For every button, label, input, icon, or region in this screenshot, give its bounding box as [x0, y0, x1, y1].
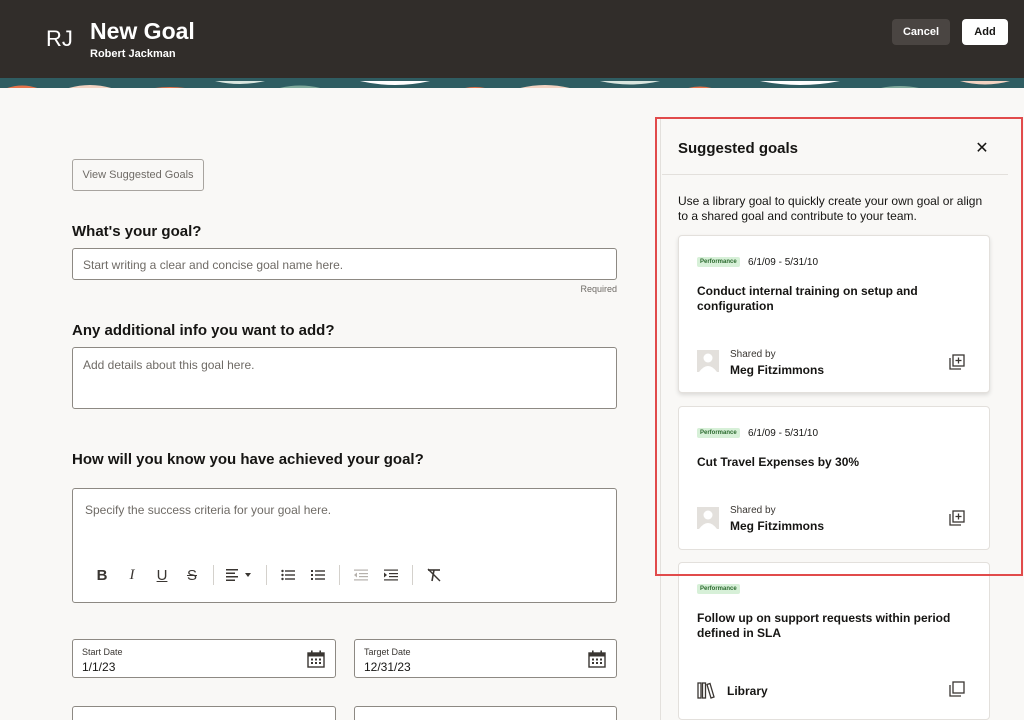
calendar-icon[interactable]	[588, 650, 606, 668]
additional-field[interactable]	[354, 706, 617, 720]
goal-title: Follow up on support requests within per…	[697, 611, 951, 640]
person-avatar	[697, 507, 719, 529]
shared-by-label: Shared by	[730, 505, 776, 516]
goal-title: Cut Travel Expenses by 30%	[697, 455, 860, 469]
outdent-icon[interactable]	[346, 564, 376, 586]
goal-title: Conduct internal training on setup and c…	[697, 284, 918, 313]
rich-text-toolbar: B I U S	[87, 564, 449, 586]
library-icon	[697, 682, 715, 699]
user-initials-avatar: RJ	[46, 26, 73, 51]
clear-format-icon[interactable]	[419, 564, 449, 586]
add-copy-icon[interactable]	[949, 354, 965, 370]
suggested-goal-card[interactable]: Performance Follow up on support request…	[678, 562, 990, 720]
library-label: Library	[727, 684, 768, 698]
start-date-field[interactable]: Start Date 1/1/23	[72, 639, 336, 678]
toolbar-divider	[266, 565, 267, 585]
suggested-goal-card[interactable]: Performance 6/1/09 - 5/31/10 Conduct int…	[678, 235, 990, 393]
person-name: Meg Fitzimmons	[730, 363, 825, 377]
bullet-list-icon[interactable]	[273, 564, 303, 586]
goal-name-input[interactable]: Start writing a clear and concise goal n…	[72, 248, 617, 280]
additional-info-label: Any additional info you want to add?	[72, 322, 335, 339]
toolbar-divider	[213, 565, 214, 585]
required-hint: Required	[580, 284, 617, 294]
goal-name-label: What's your goal?	[72, 223, 202, 240]
numbered-list-icon[interactable]	[303, 564, 333, 586]
success-criteria-editor[interactable]: Specify the success criteria for your go…	[72, 488, 617, 603]
additional-field[interactable]	[72, 706, 336, 720]
page-title: New Goal	[90, 18, 195, 44]
success-criteria-label: How will you know you have achieved your…	[72, 451, 424, 468]
toolbar-divider	[412, 565, 413, 585]
page-header: RJ New Goal Robert Jackman Cancel Add	[0, 0, 1024, 78]
cancel-button[interactable]: Cancel	[892, 19, 950, 45]
strikethrough-icon[interactable]: S	[177, 564, 207, 586]
calendar-icon[interactable]	[307, 650, 325, 668]
target-date-label: Target Date	[364, 647, 411, 657]
additional-info-textarea[interactable]: Add details about this goal here.	[72, 347, 617, 409]
bold-icon[interactable]: B	[87, 564, 117, 586]
decorative-banner	[0, 78, 1024, 88]
toolbar-divider	[339, 565, 340, 585]
category-badge: Performance	[697, 428, 740, 438]
drawer-divider	[662, 174, 1008, 175]
indent-icon[interactable]	[376, 564, 406, 586]
page-subtitle: Robert Jackman	[90, 48, 176, 60]
copy-icon[interactable]	[949, 681, 965, 697]
category-badge: Performance	[697, 584, 740, 594]
shared-by-label: Shared by	[730, 349, 776, 360]
underline-icon[interactable]: U	[147, 564, 177, 586]
person-avatar	[697, 350, 719, 372]
italic-icon[interactable]: I	[117, 564, 147, 586]
start-date-label: Start Date	[82, 647, 123, 657]
suggested-goal-card[interactable]: Performance 6/1/09 - 5/31/10 Cut Travel …	[678, 406, 990, 550]
success-criteria-placeholder: Specify the success criteria for your go…	[85, 503, 332, 517]
target-date-field[interactable]: Target Date 12/31/23	[354, 639, 617, 678]
target-date-value: 12/31/23	[364, 660, 411, 674]
goal-dates: 6/1/09 - 5/31/10	[748, 257, 819, 268]
align-icon[interactable]	[220, 564, 260, 586]
start-date-value: 1/1/23	[82, 660, 116, 674]
category-badge: Performance	[697, 257, 740, 267]
view-suggested-goals-button[interactable]: View Suggested Goals	[72, 159, 204, 191]
drawer-title: Suggested goals	[678, 140, 799, 157]
person-name: Meg Fitzimmons	[730, 519, 825, 533]
add-copy-icon[interactable]	[949, 510, 965, 526]
drawer-description: Use a library goal to quickly create you…	[678, 194, 983, 223]
goal-dates: 6/1/09 - 5/31/10	[748, 428, 819, 439]
add-button[interactable]: Add	[962, 19, 1008, 45]
close-icon[interactable]: ✕	[973, 140, 991, 158]
